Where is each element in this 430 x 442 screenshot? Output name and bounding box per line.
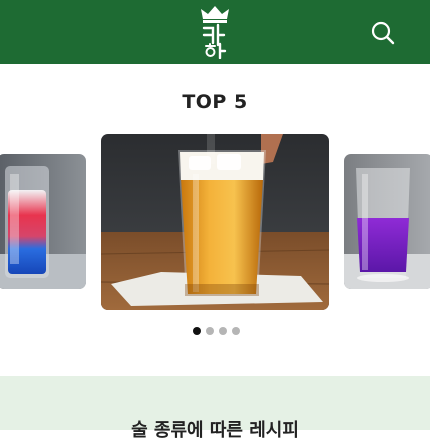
carousel-slide-prev[interactable] [0,154,86,289]
carousel-slide-active[interactable] [101,134,329,310]
pagination-dot[interactable] [219,327,227,335]
cocktail-image [0,154,86,289]
app-header [0,0,430,64]
carousel-pagination [193,327,240,336]
pagination-dot[interactable] [206,327,214,335]
logo[interactable] [198,3,232,60]
category-section: 술 종류에 따른 레시피 [0,376,430,441]
pagination-dot-active[interactable] [193,327,201,335]
search-icon [371,21,395,45]
carousel-slide-next[interactable] [344,154,430,289]
category-section-title: 술 종류에 따른 레시피 [131,420,299,441]
pagination-dot[interactable] [232,327,240,335]
crown-logo-icon [201,6,229,60]
cocktail-image [344,154,430,289]
beer-image [101,134,329,310]
top-section-title: TOP 5 [182,91,248,113]
search-button[interactable] [370,20,396,46]
